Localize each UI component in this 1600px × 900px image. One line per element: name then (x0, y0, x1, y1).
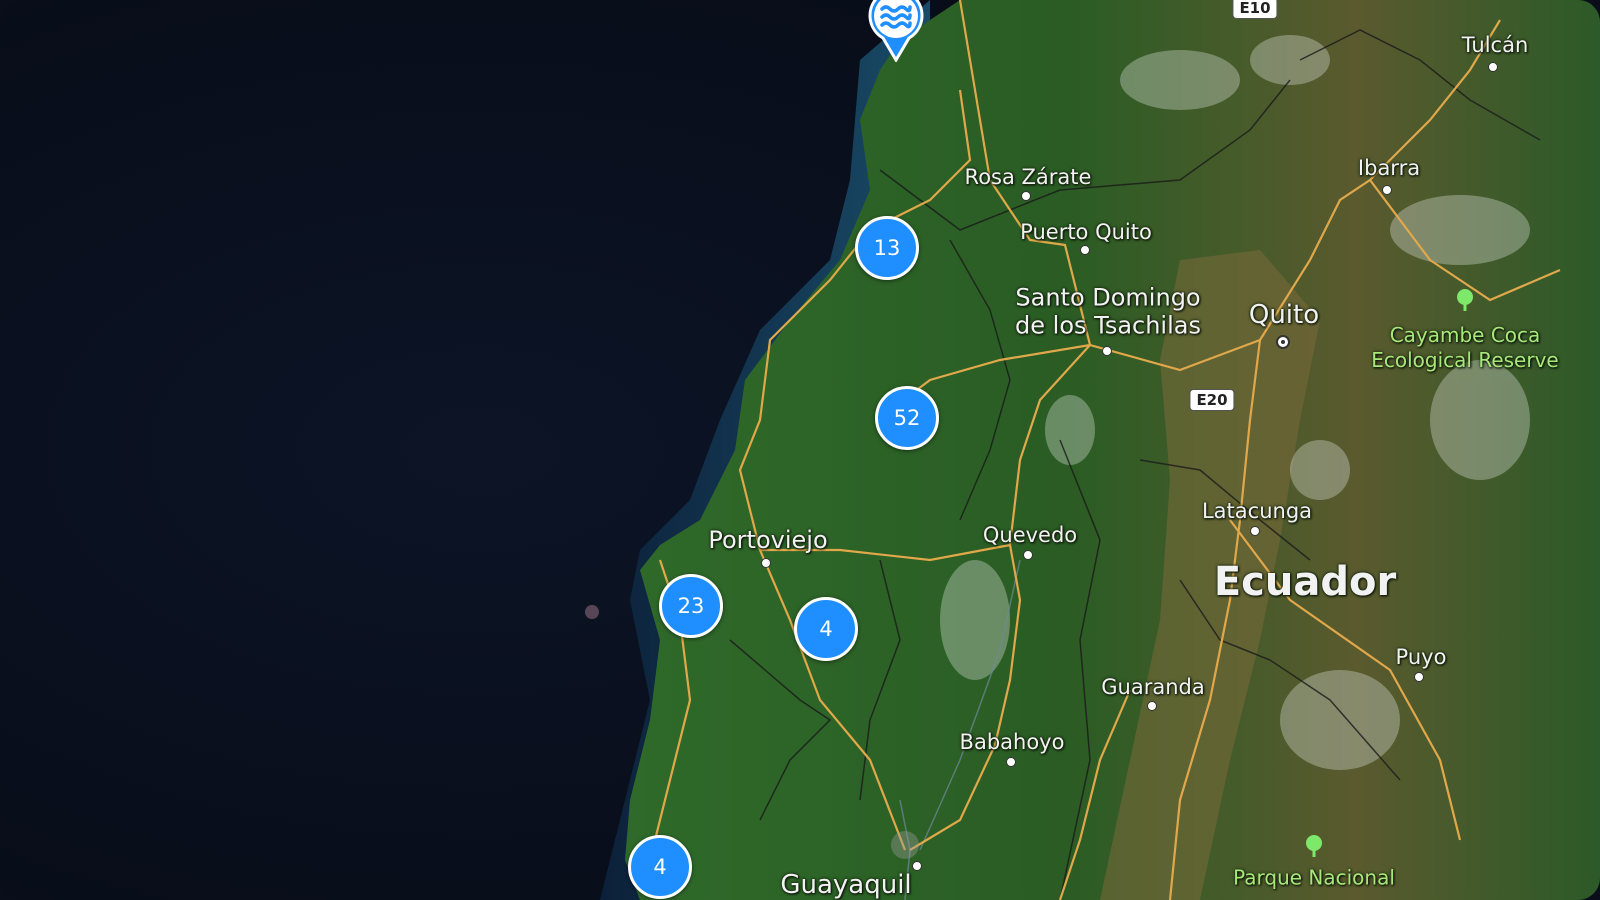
cluster-marker-52[interactable]: 52 (875, 386, 939, 450)
map-view[interactable]: E10 E20 Tulcán Rosa Zárate Ibarra Puerto… (0, 0, 1600, 900)
city-label-guayaquil: Guayaquil (780, 870, 912, 900)
city-dot-puerto-quito (1080, 245, 1090, 255)
city-label-ibarra: Ibarra (1357, 155, 1421, 180)
cluster-marker-13[interactable]: 13 (855, 216, 919, 280)
city-label-quevedo: Quevedo (982, 522, 1078, 547)
city-label-santo-domingo: Santo Domingo de los Tsachilas (1015, 283, 1201, 339)
city-dot-quevedo (1023, 550, 1033, 560)
city-label-puyo: Puyo (1395, 644, 1447, 669)
city-dot-portoviejo (761, 558, 771, 568)
city-dot-ibarra (1382, 185, 1392, 195)
cluster-marker-23[interactable]: 23 (659, 574, 723, 638)
city-dot-rosa-zarate (1021, 191, 1031, 201)
park-name-cayambe-coca: Cayambe Coca Ecological Reserve (1371, 323, 1559, 372)
road-shield-e10: E10 (1232, 0, 1278, 19)
capital-dot-quito (1276, 335, 1290, 349)
park-label-cayambe-coca: Cayambe Coca Ecological Reserve (1365, 323, 1565, 373)
city-label-rosa-zarate: Rosa Zárate (964, 164, 1092, 189)
city-dot-latacunga (1250, 526, 1260, 536)
city-dot-santo-domingo (1102, 346, 1112, 356)
city-label-portoviejo: Portoviejo (708, 526, 828, 555)
water-pin-marker[interactable] (865, 0, 927, 62)
road-shield-e20: E20 (1189, 389, 1235, 411)
city-dot-tulcan (1488, 62, 1498, 72)
country-label-ecuador: Ecuador (1213, 559, 1397, 605)
city-dot-puyo (1414, 672, 1424, 682)
map-base-layer (0, 0, 1600, 900)
city-label-tulcan: Tulcán (1461, 32, 1529, 57)
city-dot-guaranda (1147, 701, 1157, 711)
cluster-marker-4[interactable]: 4 (794, 597, 858, 661)
park-tree-icon (1457, 289, 1473, 311)
park-label-parque-nacional: Parque Nacional (1233, 865, 1395, 890)
city-dot-guayaquil (912, 861, 922, 871)
city-label-latacunga: Latacunga (1201, 498, 1313, 523)
city-label-babahoyo: Babahoyo (959, 729, 1065, 754)
city-dot-babahoyo (1006, 757, 1016, 767)
park-tree-icon-2 (1306, 835, 1322, 857)
cluster-marker-4-south[interactable]: 4 (628, 835, 692, 899)
city-label-guaranda: Guaranda (1101, 674, 1205, 699)
city-label-puerto-quito: Puerto Quito (1020, 219, 1152, 244)
city-label-quito: Quito (1248, 300, 1320, 331)
